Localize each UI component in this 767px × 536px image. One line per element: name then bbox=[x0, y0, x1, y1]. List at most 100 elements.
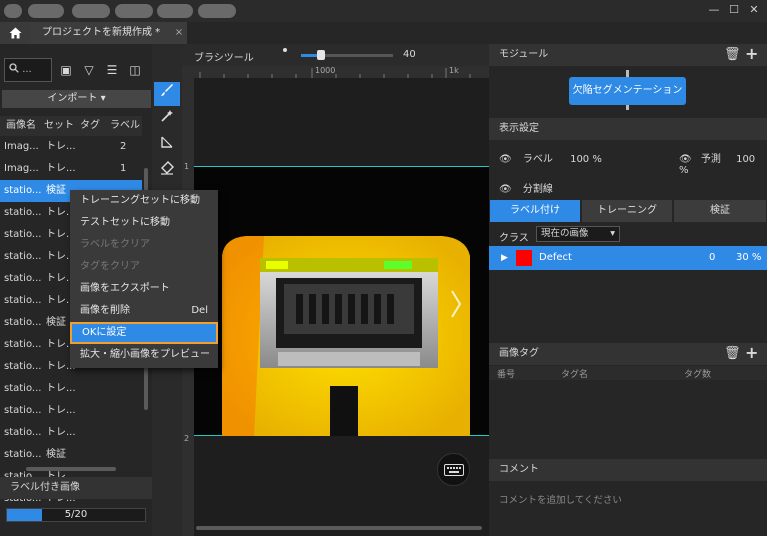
expand-arrow-icon[interactable]: ▶ bbox=[501, 246, 508, 270]
context-menu-item[interactable]: ラベルをクリア bbox=[70, 234, 218, 256]
column-header[interactable]: セット bbox=[44, 116, 74, 136]
add-icon[interactable]: + bbox=[745, 342, 758, 364]
filter-icon[interactable]: ▽ bbox=[80, 60, 98, 80]
class-color-swatch[interactable] bbox=[516, 250, 532, 266]
context-menu-item[interactable]: 画像をエクスポート bbox=[70, 278, 218, 300]
add-icon[interactable]: + bbox=[745, 43, 758, 65]
split-line-toggle[interactable]: 👁 分割線 bbox=[499, 180, 553, 195]
ruler-label: 1000 bbox=[315, 66, 336, 75]
polygon-icon bbox=[161, 136, 173, 148]
cell-name: statio... bbox=[4, 449, 42, 460]
minimize-button[interactable]: — bbox=[706, 3, 722, 17]
table-row[interactable]: statio... トレ... bbox=[0, 422, 142, 444]
close-window-button[interactable]: ✕ bbox=[746, 3, 762, 17]
canvas-horizontal-scrollbar[interactable] bbox=[196, 526, 482, 530]
workpiece-image[interactable] bbox=[194, 166, 489, 436]
context-menu-item-label: トレーニングセットに移動 bbox=[80, 195, 200, 206]
defect-segmentation-module[interactable]: 欠陥セグメンテーション bbox=[569, 77, 686, 105]
context-menu-item[interactable]: OKに設定 bbox=[70, 322, 218, 344]
image-table-header: 画像名 セット タグ ラベル bbox=[0, 116, 142, 136]
context-menu-item[interactable]: トレーニングセットに移動 bbox=[70, 190, 218, 212]
menu-pill[interactable] bbox=[198, 4, 236, 18]
column-header: 番号 bbox=[497, 370, 516, 380]
cell-set: 検証 bbox=[46, 449, 66, 460]
context-menu-item-label: 画像をエクスポート bbox=[80, 283, 170, 294]
table-row[interactable]: statio... トレ... bbox=[0, 400, 142, 422]
brush-size-value: 40 bbox=[403, 49, 416, 60]
eye-icon: 👁 bbox=[679, 154, 692, 165]
keyboard-button[interactable] bbox=[437, 453, 470, 486]
eraser-tool-button[interactable] bbox=[154, 160, 180, 184]
magic-wand-icon bbox=[161, 110, 173, 122]
trash-icon[interactable]: 🗑 bbox=[724, 44, 741, 66]
cell-name: statio... bbox=[4, 317, 42, 328]
class-name: Defect bbox=[539, 252, 572, 263]
menu-pill[interactable] bbox=[28, 4, 64, 18]
import-button[interactable]: インポート ▾ bbox=[2, 90, 151, 108]
cell-set: トレ... bbox=[46, 383, 76, 394]
horizontal-scrollbar[interactable] bbox=[26, 467, 116, 471]
home-icon bbox=[9, 27, 21, 39]
class-percentage: 30 % bbox=[736, 252, 762, 263]
cell-label: 1 bbox=[120, 163, 127, 174]
menu-pill[interactable] bbox=[157, 4, 193, 18]
home-button[interactable] bbox=[0, 22, 30, 44]
cell-set: トレ... bbox=[46, 163, 76, 174]
column-header[interactable]: タグ bbox=[80, 116, 100, 136]
image-tag-header: 画像タグ 🗑 + bbox=[489, 343, 767, 365]
search-placeholder: ... bbox=[22, 64, 32, 75]
ruler-label: 2 bbox=[184, 434, 190, 443]
label-toggle-label: ラベル bbox=[522, 154, 553, 165]
split-line-label: 分割線 bbox=[522, 184, 553, 195]
brush-tool-button[interactable] bbox=[154, 82, 180, 106]
tab-validation[interactable]: 検証 bbox=[674, 200, 766, 222]
cell-set: トレ... bbox=[46, 427, 76, 438]
cell-name: statio... bbox=[4, 339, 42, 350]
brush-size-knob[interactable] bbox=[317, 50, 325, 60]
context-menu-item[interactable]: テストセットに移動 bbox=[70, 212, 218, 234]
labeled-images-header: ラベル付き画像 bbox=[0, 477, 152, 499]
table-row[interactable]: statio... トレ... bbox=[0, 378, 142, 400]
context-menu-item-label: OKに設定 bbox=[82, 327, 127, 338]
trash-icon[interactable]: 🗑 bbox=[724, 343, 741, 365]
label-visibility-toggle[interactable]: 👁 ラベル 100 % bbox=[499, 150, 602, 165]
label-opacity-value: 100 % bbox=[570, 154, 602, 165]
cell-name: statio... bbox=[4, 361, 42, 372]
tab-training[interactable]: トレーニング bbox=[582, 200, 672, 222]
import-label: インポート bbox=[47, 93, 98, 104]
column-header[interactable]: ラベル bbox=[110, 116, 140, 136]
context-menu-item[interactable]: 拡大・縮小画像をプレビュー bbox=[70, 344, 218, 366]
cell-name: statio... bbox=[4, 273, 42, 284]
table-row[interactable]: Imag... トレ... 1 bbox=[0, 158, 142, 180]
menu-pill[interactable] bbox=[115, 4, 153, 18]
maximize-button[interactable]: ☐ bbox=[726, 3, 742, 17]
list-view-icon[interactable]: ☰ bbox=[103, 60, 121, 80]
context-menu-item[interactable]: 画像を削除 Del bbox=[70, 300, 218, 322]
column-header[interactable]: 画像名 bbox=[6, 116, 36, 136]
class-row-defect[interactable]: ▶ Defect 0 30 % bbox=[489, 246, 767, 270]
context-menu-item[interactable]: タグをクリア bbox=[70, 256, 218, 278]
brush-size-min-icon bbox=[283, 48, 287, 52]
column-header: タグ名 bbox=[561, 370, 589, 380]
context-menu-item-label: テストセットに移動 bbox=[80, 217, 170, 228]
comment-input[interactable]: コメントを追加してください bbox=[499, 492, 622, 506]
menu-pill[interactable] bbox=[72, 4, 110, 18]
magic-wand-button[interactable] bbox=[154, 108, 180, 132]
labeled-progress-text: 5/20 bbox=[64, 509, 88, 520]
table-row[interactable]: Imag... トレ... 2 bbox=[0, 136, 142, 158]
prediction-visibility-toggle[interactable]: 👁 予測 100 % bbox=[679, 150, 767, 176]
project-tab[interactable]: プロジェクトを新規作成 * bbox=[30, 22, 187, 44]
tab-close-icon[interactable]: × bbox=[172, 22, 186, 44]
class-scope-select[interactable]: 現在の画像 ▾ bbox=[536, 226, 620, 242]
image-filter-icon[interactable]: ▣ bbox=[57, 60, 75, 80]
tab-labeling[interactable]: ラベル付け bbox=[490, 200, 580, 222]
horizontal-ruler: 1000 1k bbox=[194, 66, 489, 78]
polygon-tool-button[interactable] bbox=[154, 134, 180, 158]
camera-icon[interactable]: ◫ bbox=[126, 60, 144, 80]
menu-pill[interactable] bbox=[4, 4, 22, 18]
search-input[interactable]: ... bbox=[4, 58, 52, 82]
eraser-icon bbox=[161, 161, 174, 175]
chevron-down-icon: ▾ bbox=[610, 228, 615, 239]
table-row[interactable]: statio... 検証 bbox=[0, 444, 142, 466]
context-menu-item-label: ラベルをクリア bbox=[80, 239, 150, 250]
